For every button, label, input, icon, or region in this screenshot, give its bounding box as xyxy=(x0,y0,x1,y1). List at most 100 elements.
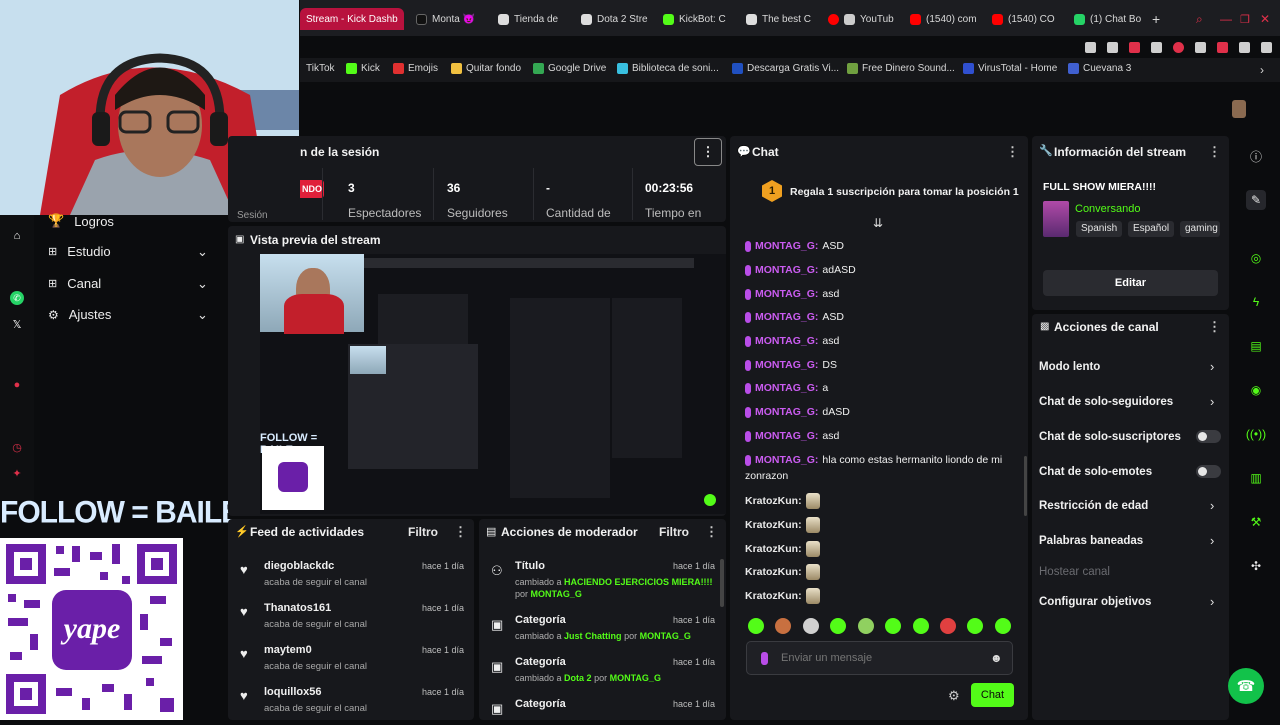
new-tab-button[interactable]: + xyxy=(1152,8,1166,30)
browser-tab[interactable]: (1540) CO xyxy=(992,8,1058,30)
play-icon[interactable] xyxy=(1151,41,1162,53)
chevron-right-icon[interactable]: › xyxy=(1210,394,1214,409)
pinned-expand-icon[interactable]: ⇊ xyxy=(873,216,883,230)
record-dot-icon[interactable]: ● xyxy=(10,378,24,392)
bookmark[interactable]: VirusTotal - Home xyxy=(963,63,1057,74)
stream-tag[interactable]: Spanish xyxy=(1076,221,1123,237)
emote-button[interactable] xyxy=(913,618,929,634)
mic-icon[interactable] xyxy=(761,652,768,665)
chevron-down-icon[interactable]: ⌄ xyxy=(197,244,208,260)
bookmark[interactable]: Emojis xyxy=(393,63,438,74)
chevron-down-icon[interactable]: ⌄ xyxy=(197,276,208,292)
pencil-icon[interactable]: ✎ xyxy=(1246,190,1266,210)
emotes-only-toggle[interactable] xyxy=(1196,465,1221,478)
bookmarks-overflow-icon[interactable]: › xyxy=(1260,63,1264,77)
download-icon[interactable] xyxy=(1239,41,1250,53)
category-link[interactable]: Conversando xyxy=(1075,203,1140,215)
stream-tag[interactable]: gaming xyxy=(1180,221,1220,237)
maximize-icon[interactable]: ❐ xyxy=(1240,8,1250,30)
feed-user[interactable]: maytem0 xyxy=(264,644,312,656)
stream-preview-video[interactable]: FOLLOW = BAILE xyxy=(260,254,726,514)
bookmark[interactable]: Kick xyxy=(346,63,380,74)
channel-action-emotes-only[interactable]: Chat de solo-emotes xyxy=(1039,466,1152,478)
moderator-filter-button[interactable]: Filtro xyxy=(659,525,689,539)
channel-action-subscribers-only[interactable]: Chat de solo-suscriptores xyxy=(1039,431,1181,443)
stream-tag[interactable]: Español xyxy=(1128,221,1175,237)
browser-tab[interactable]: Tienda de xyxy=(498,8,568,30)
layout-icon[interactable]: ▥ xyxy=(1246,468,1266,488)
bookmark-star-icon[interactable] xyxy=(1085,41,1096,53)
x-icon[interactable]: 𝕏 xyxy=(10,317,24,331)
channel-actions-menu-icon[interactable]: ⋮ xyxy=(1208,319,1221,335)
bookmark[interactable]: Descarga Gratis Vi... xyxy=(732,63,839,74)
whatsapp-icon[interactable]: ✆ xyxy=(10,291,24,305)
menu-icon[interactable] xyxy=(1261,41,1272,53)
emoji-picker-icon[interactable]: ☻ xyxy=(990,651,1003,665)
bookmark[interactable]: Free Dinero Sound... xyxy=(847,63,955,74)
minimize-icon[interactable]: — xyxy=(1220,8,1232,30)
emote-button[interactable] xyxy=(885,618,901,634)
profile-icon[interactable] xyxy=(1217,41,1228,53)
emote-button[interactable] xyxy=(995,618,1011,634)
sidebar-item-canal[interactable]: ⊞ Canal xyxy=(48,276,101,291)
subscribers-only-toggle[interactable] xyxy=(1196,430,1221,443)
browser-tab[interactable]: (1540) com xyxy=(910,8,982,30)
close-icon[interactable]: ✕ xyxy=(1260,8,1270,30)
shield-icon[interactable] xyxy=(1129,41,1140,53)
channel-action-age-restriction[interactable]: Restricción de edad xyxy=(1039,500,1148,512)
moderator-menu-icon[interactable]: ⋮ xyxy=(705,524,718,540)
chevron-right-icon[interactable]: › xyxy=(1210,359,1214,374)
browser-tab[interactable]: (1) Chat Bo xyxy=(1074,8,1144,30)
extensions-icon[interactable] xyxy=(1195,41,1206,53)
browser-tab[interactable]: Monta 😈 xyxy=(416,8,486,30)
puzzle-icon[interactable]: ✦ xyxy=(10,466,24,480)
chat-icon[interactable]: ◉ xyxy=(1246,380,1266,400)
chat-scrollbar[interactable] xyxy=(1024,456,1027,516)
support-chat-button[interactable]: ☎ xyxy=(1228,668,1264,704)
browser-tab[interactable]: Stream - Kick Dashb xyxy=(300,8,404,30)
feed-filter-button[interactable]: Filtro xyxy=(408,525,438,539)
chevron-right-icon[interactable]: › xyxy=(1210,498,1214,513)
channel-action-slow-mode[interactable]: Modo lento xyxy=(1039,361,1100,373)
clock-icon[interactable]: ◷ xyxy=(10,440,24,454)
kick-logo-icon[interactable]: ⌂ xyxy=(10,229,24,243)
chevron-down-icon[interactable]: ⌄ xyxy=(197,307,208,323)
channel-action-followers-only[interactable]: Chat de solo-seguidores xyxy=(1039,396,1173,408)
moderator-scrollbar[interactable] xyxy=(720,559,724,607)
screenshot-icon[interactable] xyxy=(1107,41,1118,53)
feed-user[interactable]: loquillox56 xyxy=(264,686,321,698)
emote-button[interactable] xyxy=(967,618,983,634)
feed-menu-icon[interactable]: ⋮ xyxy=(454,524,467,540)
apps-icon[interactable]: ✣ xyxy=(1246,556,1266,576)
info-icon[interactable]: ⓘ xyxy=(1246,146,1266,166)
sidebar-item-estudio[interactable]: ⊞ Estudio xyxy=(48,244,111,259)
sidebar-item-logros[interactable]: 🏆 Logros xyxy=(48,213,114,229)
emote-button[interactable] xyxy=(940,618,956,634)
chat-input-box[interactable]: ☻ xyxy=(746,641,1013,675)
chat-settings-icon[interactable]: ⚙ xyxy=(948,688,960,704)
bookmark[interactable]: Biblioteca de soni... xyxy=(617,63,719,74)
chevron-right-icon[interactable]: › xyxy=(1210,594,1214,609)
stream-info-menu-icon[interactable]: ⋮ xyxy=(1208,144,1221,160)
chevron-right-icon[interactable]: › xyxy=(1210,533,1214,548)
heart-icon[interactable] xyxy=(1173,41,1184,53)
browser-tab[interactable]: KickBot: C xyxy=(663,8,735,30)
session-menu-button[interactable]: ⋮ xyxy=(694,138,722,166)
bookmark[interactable]: Cuevana 3 xyxy=(1068,63,1131,74)
send-chat-button[interactable]: Chat xyxy=(971,683,1014,707)
chat-menu-icon[interactable]: ⋮ xyxy=(1006,144,1019,160)
wrench-icon[interactable]: ⚒ xyxy=(1246,512,1266,532)
emote-button[interactable] xyxy=(858,618,874,634)
bookmark[interactable]: Quitar fondo xyxy=(451,63,521,74)
feed-user[interactable]: Thanatos161 xyxy=(264,602,331,614)
emote-button[interactable] xyxy=(775,618,791,634)
browser-tab[interactable]: Dota 2 Stre xyxy=(581,8,651,30)
search-tabs-icon[interactable]: ⌕ xyxy=(1196,8,1203,30)
feed-user[interactable]: diegoblackdc xyxy=(264,560,334,572)
broadcast-icon[interactable]: ((•)) xyxy=(1246,424,1266,444)
chat-message-input[interactable] xyxy=(781,648,981,668)
lightning-icon[interactable]: ϟ xyxy=(1246,292,1266,312)
emote-button[interactable] xyxy=(748,618,764,634)
sidebar-item-ajustes[interactable]: ⚙ Ajustes xyxy=(48,307,111,322)
channel-action-goals[interactable]: Configurar objetivos xyxy=(1039,596,1151,608)
